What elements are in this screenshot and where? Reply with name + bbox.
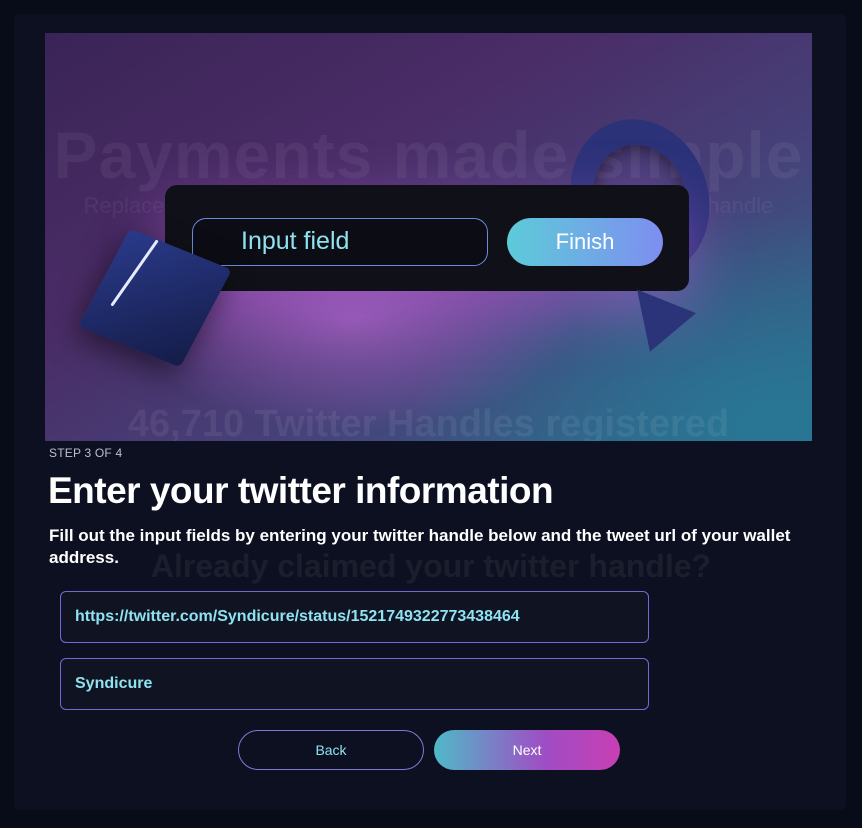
tweet-url-input[interactable]	[75, 592, 635, 642]
mock-finish-button: Finish	[507, 218, 663, 266]
twitter-handle-field[interactable]	[60, 658, 649, 710]
twitter-handle-input[interactable]	[75, 659, 635, 709]
next-button[interactable]: Next	[434, 730, 620, 770]
step-indicator: STEP 3 OF 4	[49, 446, 123, 460]
page-title: Enter your twitter information	[48, 470, 554, 511]
hero-illustration: Payments made simple Replace your unread…	[45, 33, 812, 441]
mock-form-card: Input field Finish	[165, 185, 689, 291]
mock-input-label: Input field	[241, 227, 350, 255]
tweet-url-field[interactable]	[60, 591, 649, 643]
hero-ghost-count: 46,710 Twitter Handles registered	[127, 403, 730, 441]
back-button[interactable]: Back	[238, 730, 424, 770]
mock-input-field: Input field	[192, 218, 488, 266]
step-description: Fill out the input fields by entering yo…	[49, 526, 791, 567]
